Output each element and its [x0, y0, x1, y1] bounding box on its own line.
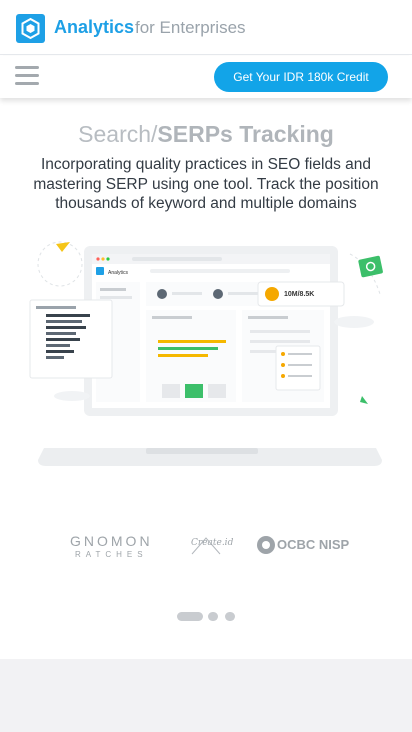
carousel-dot-1[interactable] [177, 612, 203, 621]
footer-band [0, 659, 412, 732]
hamburger-icon[interactable] [15, 66, 39, 88]
analytics-logo-icon[interactable] [16, 14, 45, 43]
gnomon-logo-sub: RATCHES [74, 550, 148, 559]
brand-tagline: for Enterprises [135, 18, 246, 37]
ocbc-logo-icon [257, 536, 275, 554]
brand-header: Analytics for Enterprises [0, 0, 412, 55]
carousel-dot-2[interactable] [208, 612, 218, 621]
credit-cta-button[interactable]: Get Your IDR 180k Credit [214, 62, 388, 92]
screen-title: Analytics [108, 270, 129, 276]
client-logos: GNOMON RATCHES Create.id OCBC NISP [0, 528, 412, 562]
hero-title: Search/SERPs Tracking [0, 121, 412, 148]
carousel-pager [177, 612, 237, 622]
nav-bar: Get Your IDR 180k Credit [0, 56, 412, 98]
ocbc-logo-text: OCBC NISP [277, 537, 350, 552]
hero-description: Incorporating quality practices in SEO f… [33, 156, 379, 212]
carousel-dot-3[interactable] [225, 612, 235, 621]
hero-title-prefix: Search/ [78, 121, 158, 147]
hero-title-main: SERPs Tracking [157, 121, 334, 147]
stat-value: 10M/8.5K [284, 291, 314, 298]
brand-name[interactable]: Analytics [54, 17, 134, 38]
createid-logo-text: Create.id [191, 538, 234, 548]
gnomon-logo-name: GNOMON [70, 533, 153, 549]
page: Analytics for Enterprises Get Your IDR 1… [0, 0, 412, 732]
laptop-illustration: Analytics 10M/8.5K [29, 241, 383, 466]
gnomon-logo: GNOMON RATCHES [70, 533, 153, 559]
